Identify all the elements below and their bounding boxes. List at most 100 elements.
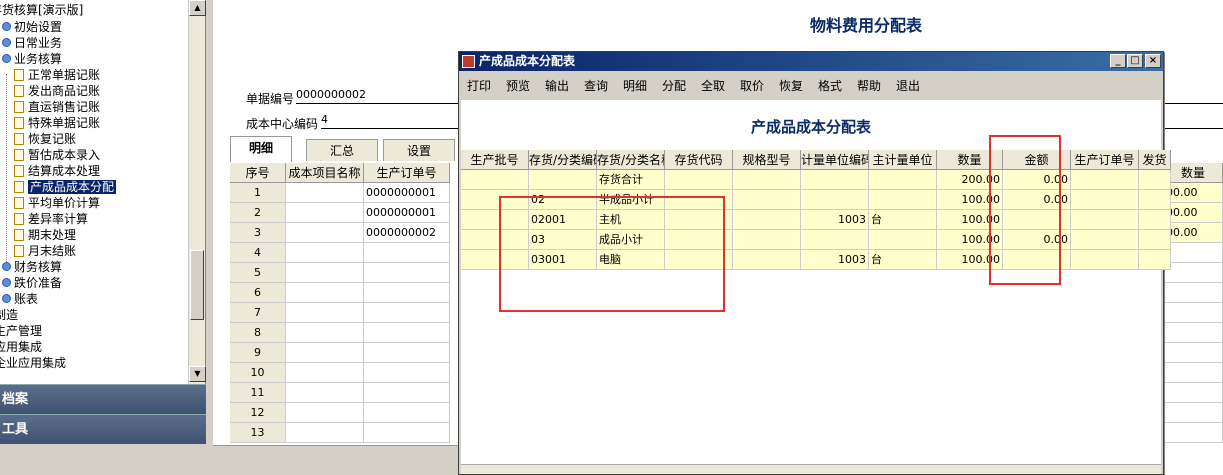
dlg-cell[interactable]	[733, 210, 801, 230]
tree-item-0[interactable]: 初始设置	[2, 19, 62, 35]
tree-item-12[interactable]: 差异率计算	[14, 211, 88, 227]
dlg-cell-unit[interactable]: 台	[869, 210, 937, 230]
menu-item-5[interactable]: 分配	[662, 76, 686, 96]
nav-section-archive[interactable]: 档案	[0, 384, 206, 414]
menu-item-8[interactable]: 恢复	[779, 76, 803, 96]
tab-detail[interactable]: 明细	[230, 136, 292, 162]
scroll-up-icon[interactable]: ▲	[189, 0, 206, 16]
dlg-col-header[interactable]: 生产订单号	[1071, 150, 1139, 170]
bg-qty-header[interactable]: 数量	[1164, 163, 1223, 183]
menu-item-4[interactable]: 明细	[623, 76, 647, 96]
bg-cell[interactable]	[286, 363, 364, 383]
tree-item-19[interactable]: 生产管理	[0, 323, 42, 339]
dlg-cell-unit_code[interactable]	[801, 230, 869, 250]
tree-item-7[interactable]: 恢复记账	[14, 131, 76, 147]
bg-qty-cell[interactable]	[1164, 283, 1223, 303]
dlg-col-header[interactable]: 主计量单位	[869, 150, 937, 170]
menu-item-10[interactable]: 帮助	[857, 76, 881, 96]
tree-item-2[interactable]: 业务核算	[2, 51, 62, 67]
dlg-cell-unit[interactable]	[869, 170, 937, 190]
tree-item-17[interactable]: 账表	[2, 291, 38, 307]
tree-item-14[interactable]: 月末结账	[14, 243, 76, 259]
menu-item-11[interactable]: 退出	[896, 76, 920, 96]
tree-scrollbar[interactable]: ▲ ▼	[188, 0, 206, 384]
menu-item-9[interactable]: 格式	[818, 76, 842, 96]
bg-col-header[interactable]: 成本项目名称	[286, 163, 364, 183]
bg-qty-cell[interactable]: 00.00	[1164, 183, 1223, 203]
bg-cell[interactable]	[286, 323, 364, 343]
dlg-cell[interactable]	[1071, 170, 1139, 190]
bg-cell[interactable]	[286, 183, 364, 203]
bg-qty-cell[interactable]	[1164, 383, 1223, 403]
dlg-cell[interactable]	[733, 190, 801, 210]
dlg-cell-unit_code[interactable]: 1003	[801, 250, 869, 270]
bg-cell[interactable]	[286, 423, 364, 443]
tree-item-16[interactable]: 跌价准备	[2, 275, 62, 291]
bg-cell[interactable]	[286, 383, 364, 403]
dlg-cell[interactable]	[1071, 190, 1139, 210]
dlg-col-header[interactable]: 生产批号	[461, 150, 529, 170]
bg-qty-cell[interactable]	[1164, 423, 1223, 443]
dlg-cell-name[interactable]: 存货合计	[597, 170, 665, 190]
dlg-cell-unit[interactable]	[869, 190, 937, 210]
bg-order-cell[interactable]	[364, 283, 450, 303]
bg-cell[interactable]	[286, 343, 364, 363]
bg-qty-cell[interactable]	[1164, 243, 1223, 263]
dlg-cell-unit_code[interactable]	[801, 170, 869, 190]
bg-cell[interactable]	[286, 303, 364, 323]
bg-order-cell[interactable]	[364, 343, 450, 363]
dialog-titlebar[interactable]: 产成品成本分配表 _ □ ×	[459, 52, 1163, 71]
tree-item-11[interactable]: 平均单价计算	[14, 195, 100, 211]
dlg-cell[interactable]	[1139, 230, 1171, 250]
bg-cell[interactable]	[286, 403, 364, 423]
tree-root[interactable]: 存货核算[演示版]	[0, 2, 83, 18]
dlg-cell[interactable]	[1071, 230, 1139, 250]
tree-item-20[interactable]: 应用集成	[0, 339, 42, 355]
dlg-col-header[interactable]: 规格型号	[733, 150, 801, 170]
tree-item-21[interactable]: 企业应用集成	[0, 355, 66, 371]
dlg-cell[interactable]	[1071, 250, 1139, 270]
tree-item-15[interactable]: 财务核算	[2, 259, 62, 275]
tab-settings[interactable]: 设置	[383, 139, 455, 161]
nav-section-tools[interactable]: 工具	[0, 414, 206, 444]
bg-qty-cell[interactable]	[1164, 323, 1223, 343]
bg-cell[interactable]	[286, 203, 364, 223]
dlg-cell[interactable]	[733, 230, 801, 250]
bg-order-cell[interactable]: 0000000002	[364, 223, 450, 243]
menu-item-6[interactable]: 全取	[701, 76, 725, 96]
tab-summary[interactable]: 汇总	[306, 139, 378, 161]
scroll-thumb[interactable]	[190, 250, 204, 320]
tree-item-1[interactable]: 日常业务	[2, 35, 62, 51]
bg-order-cell[interactable]: 0000000001	[364, 183, 450, 203]
bg-order-cell[interactable]	[364, 383, 450, 403]
bg-order-cell[interactable]	[364, 403, 450, 423]
dlg-cell-unit[interactable]: 台	[869, 250, 937, 270]
tree-item-9[interactable]: 结算成本处理	[14, 163, 100, 179]
tree-item-18[interactable]: 制造	[0, 307, 18, 323]
tree-item-8[interactable]: 暂估成本录入	[14, 147, 100, 163]
bg-cell[interactable]	[286, 223, 364, 243]
dlg-cell-code[interactable]	[529, 170, 597, 190]
dlg-col-header[interactable]: 存货代码	[665, 150, 733, 170]
dlg-col-header[interactable]: 计量单位编码	[801, 150, 869, 170]
bg-order-cell[interactable]	[364, 363, 450, 383]
dlg-cell[interactable]	[1071, 210, 1139, 230]
menu-item-0[interactable]: 打印	[467, 76, 491, 96]
dlg-cell[interactable]	[733, 250, 801, 270]
dlg-cell-unit[interactable]	[869, 230, 937, 250]
close-icon[interactable]: ×	[1145, 54, 1161, 68]
bg-qty-cell[interactable]: 00.00	[1164, 223, 1223, 243]
tree-item-5[interactable]: 直运销售记账	[14, 99, 100, 115]
bg-order-cell[interactable]	[364, 303, 450, 323]
bg-order-cell[interactable]	[364, 243, 450, 263]
dlg-cell[interactable]	[1139, 190, 1171, 210]
bg-qty-cell[interactable]	[1164, 403, 1223, 423]
menu-item-2[interactable]: 输出	[545, 76, 569, 96]
bg-qty-cell[interactable]: 00.00	[1164, 203, 1223, 223]
bg-order-cell[interactable]	[364, 263, 450, 283]
bg-cell[interactable]	[286, 243, 364, 263]
dlg-cell[interactable]	[461, 170, 529, 190]
menu-item-1[interactable]: 预览	[506, 76, 530, 96]
bg-col-header[interactable]: 生产订单号	[364, 163, 450, 183]
bg-cell[interactable]	[286, 263, 364, 283]
